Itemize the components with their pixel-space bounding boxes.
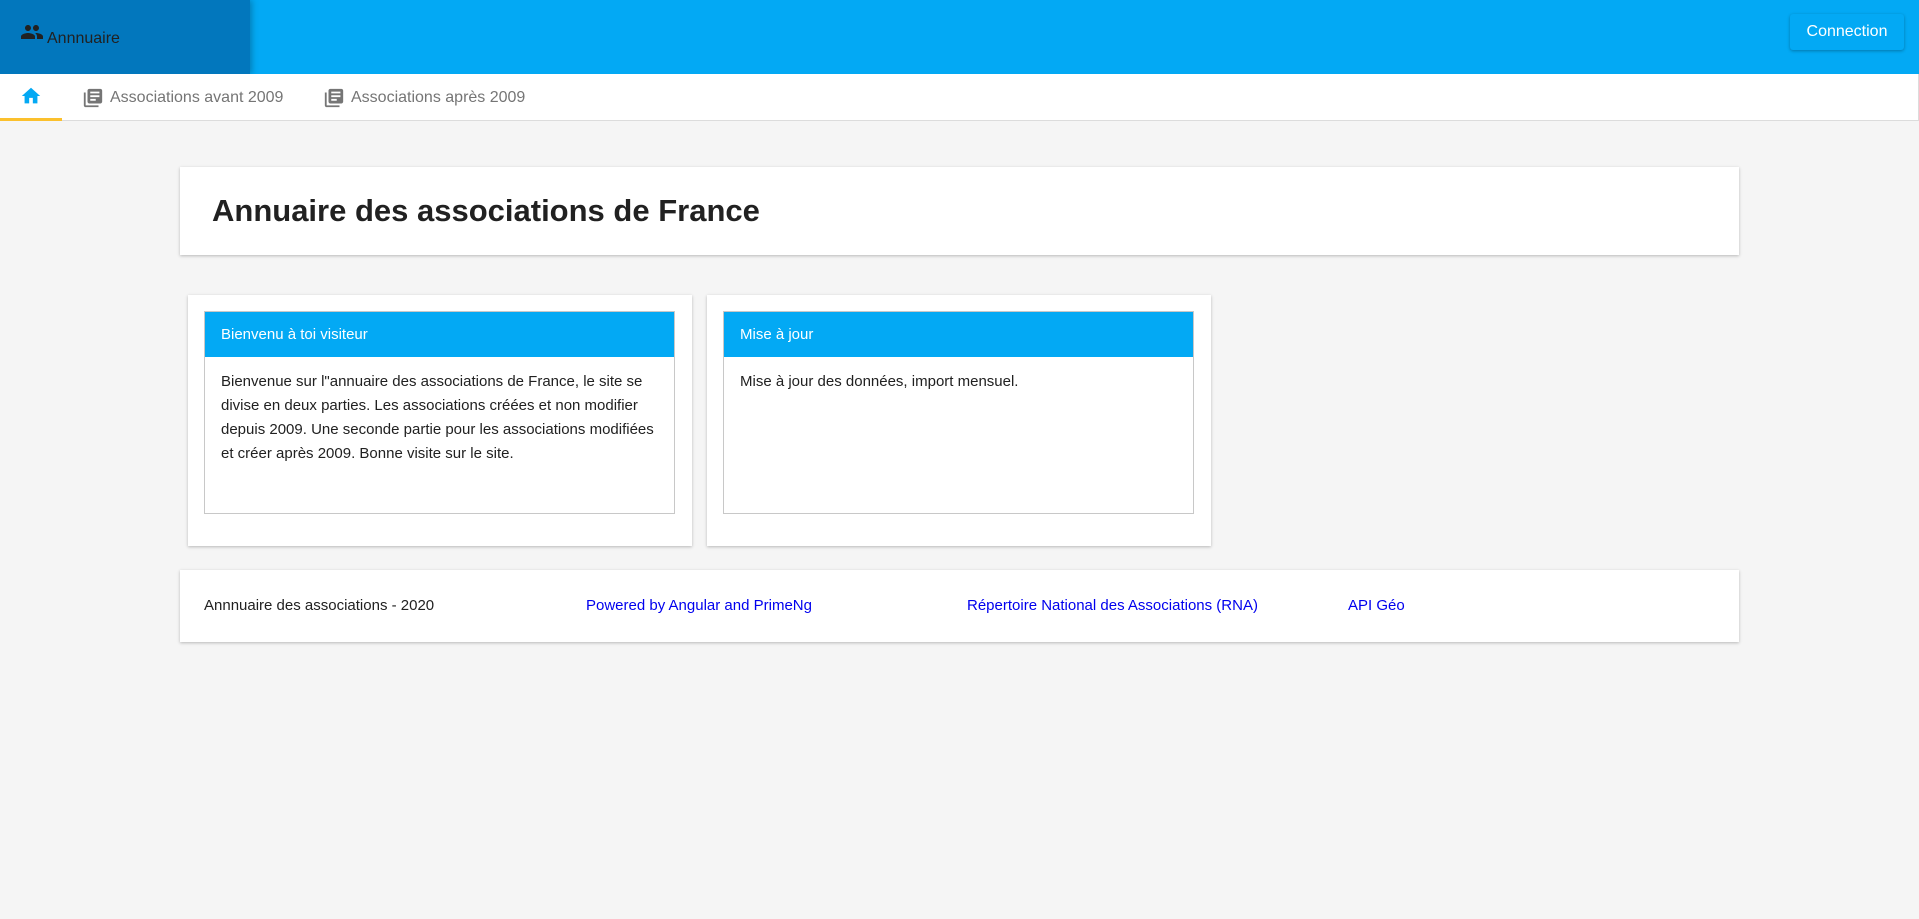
welcome-panel: Bienvenu à toi visiteur Bienvenue sur l"… bbox=[204, 311, 675, 514]
tab-bar: Associations avant 2009 Associations apr… bbox=[0, 74, 1919, 121]
people-icon bbox=[21, 25, 43, 39]
footer-link-angular-primeng[interactable]: Powered by Angular and PrimeNg bbox=[586, 597, 812, 614]
tab-label: Associations après 2009 bbox=[351, 88, 526, 106]
panel-body: Mise à jour des données, import mensuel. bbox=[740, 373, 1019, 390]
connection-button[interactable]: Connection bbox=[1790, 14, 1904, 50]
brand-menu-button[interactable]: Annnuaire bbox=[0, 0, 250, 74]
top-bar: Annnuaire Connection bbox=[0, 0, 1919, 74]
brand-label: Annnuaire bbox=[47, 30, 120, 47]
library-books-icon bbox=[324, 88, 344, 107]
update-card: Mise à jour Mise à jour des données, imp… bbox=[707, 295, 1211, 546]
welcome-card: Bienvenu à toi visiteur Bienvenue sur l"… bbox=[188, 295, 692, 546]
library-books-icon bbox=[83, 88, 103, 107]
panel-body: Bienvenue sur l"annuaire des association… bbox=[221, 373, 654, 462]
tab-home[interactable] bbox=[0, 74, 62, 121]
tab-associations-apres-2009[interactable]: Associations après 2009 bbox=[323, 74, 525, 121]
title-card: Annuaire des associations de France bbox=[180, 167, 1739, 255]
footer-link-rna[interactable]: Répertoire National des Associations (RN… bbox=[967, 597, 1258, 614]
footer-link-api-geo[interactable]: API Géo bbox=[1348, 597, 1405, 614]
update-panel: Mise à jour Mise à jour des données, imp… bbox=[723, 311, 1194, 514]
panel-header: Mise à jour bbox=[724, 312, 1193, 357]
footer-copyright: Annnuaire des associations - 2020 bbox=[204, 597, 435, 614]
page-title: Annuaire des associations de France bbox=[212, 193, 760, 228]
tab-label: Associations avant 2009 bbox=[110, 88, 284, 106]
tab-associations-avant-2009[interactable]: Associations avant 2009 bbox=[82, 74, 283, 121]
footer: Annnuaire des associations - 2020 Powere… bbox=[180, 570, 1739, 642]
home-icon bbox=[21, 87, 41, 104]
panel-header: Bienvenu à toi visiteur bbox=[205, 312, 674, 357]
